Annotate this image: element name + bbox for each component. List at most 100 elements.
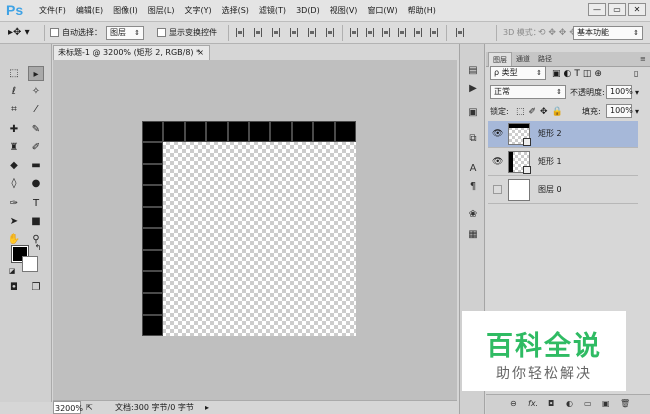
- menu-type[interactable]: 文字(Y): [179, 0, 216, 22]
- canvas-workspace[interactable]: [53, 60, 457, 400]
- close-button[interactable]: ✕: [628, 3, 646, 16]
- minimize-button[interactable]: —: [588, 3, 606, 16]
- auto-align-icon[interactable]: [456, 28, 464, 37]
- properties-panel-icon[interactable]: ▣: [465, 106, 481, 120]
- healing-brush-tool-icon[interactable]: ✚: [6, 122, 22, 137]
- eraser-tool-icon[interactable]: ◆: [6, 158, 22, 173]
- distribute-right-icon[interactable]: [430, 28, 438, 37]
- new-group-icon[interactable]: ▭: [584, 399, 592, 408]
- export-icon[interactable]: ⇱: [86, 401, 93, 414]
- marquee-tool-icon[interactable]: ⬚: [6, 66, 22, 81]
- distribute-hcenter-icon[interactable]: [414, 28, 422, 37]
- rectangle-tool-icon[interactable]: ■: [28, 214, 44, 229]
- actions-panel-icon[interactable]: ▶: [465, 82, 481, 96]
- clone-stamp-tool-icon[interactable]: ♜: [6, 140, 22, 155]
- menu-image[interactable]: 图像(I): [108, 0, 143, 22]
- layer-row[interactable]: 👁 矩形 2: [488, 121, 638, 148]
- path-select-tool-icon[interactable]: ➤: [6, 214, 22, 229]
- menu-edit[interactable]: 编辑(E): [71, 0, 108, 22]
- workspace-dropdown[interactable]: 基本功能 ⇕: [573, 26, 643, 40]
- move-tool-icon[interactable]: ▸: [28, 66, 44, 81]
- paragraph-panel-icon[interactable]: ¶: [465, 180, 481, 194]
- align-bottom-icon[interactable]: [272, 28, 280, 37]
- restore-button[interactable]: ▭: [608, 3, 626, 16]
- history-panel-icon[interactable]: ▤: [465, 64, 481, 78]
- add-mask-icon[interactable]: ◘: [548, 399, 554, 408]
- opacity-field[interactable]: 100%: [606, 85, 633, 99]
- fill-slider-icon[interactable]: ▾: [635, 105, 639, 119]
- menu-window[interactable]: 窗口(W): [362, 0, 402, 22]
- dodge-tool-icon[interactable]: ●: [28, 176, 44, 191]
- link-layers-icon[interactable]: ⊖: [510, 399, 517, 408]
- screen-mode-icon[interactable]: ❐: [28, 280, 44, 295]
- quick-mask-icon[interactable]: ◘: [6, 280, 22, 295]
- visibility-toggle-box[interactable]: [493, 185, 502, 194]
- layer-row[interactable]: 👁 矩形 1: [488, 149, 638, 176]
- delete-layer-icon[interactable]: 🗑: [620, 399, 630, 408]
- menu-filter[interactable]: 滤镜(T): [254, 0, 291, 22]
- fx-button[interactable]: fx.: [528, 399, 538, 408]
- zoom-level-field[interactable]: 3200%: [53, 401, 83, 414]
- layer-filter-dropdown[interactable]: ρ 类型 ⇕: [490, 66, 546, 80]
- type-tool-icon[interactable]: T: [28, 196, 44, 211]
- auto-select-dropdown[interactable]: 图层 ⇕: [106, 26, 144, 40]
- eyedropper-tool-icon[interactable]: ⁄: [28, 102, 44, 117]
- filter-toggle-icon[interactable]: ▯: [634, 67, 638, 81]
- adjustment-layer-icon[interactable]: ◐: [566, 399, 573, 408]
- menu-select[interactable]: 选择(S): [217, 0, 254, 22]
- distribute-vcenter-icon[interactable]: [366, 28, 374, 37]
- brush-tool-icon[interactable]: ✎: [28, 122, 44, 137]
- distribute-bottom-icon[interactable]: [382, 28, 390, 37]
- align-left-icon[interactable]: [290, 28, 298, 37]
- swap-colors-icon[interactable]: ↰: [30, 240, 46, 255]
- gradient-tool-icon[interactable]: ▬: [28, 158, 44, 173]
- history-brush-tool-icon[interactable]: ✐: [28, 140, 44, 155]
- crop-tool-icon[interactable]: ⌗: [6, 102, 22, 117]
- menu-file[interactable]: 文件(F): [34, 0, 71, 22]
- hand-tool-icon[interactable]: ✋: [6, 232, 22, 247]
- swatches-panel-icon[interactable]: ❀: [465, 208, 481, 222]
- auto-select-checkbox[interactable]: [50, 28, 59, 37]
- layer-name[interactable]: 矩形 2: [538, 128, 562, 139]
- layer-name[interactable]: 矩形 1: [538, 156, 562, 167]
- clone-source-icon[interactable]: ⧉: [465, 132, 481, 146]
- move-tool-preset-icon[interactable]: ▸✥ ▾: [8, 26, 30, 40]
- align-vcenter-icon[interactable]: [254, 28, 262, 37]
- tab-layers[interactable]: 图层: [488, 52, 512, 67]
- default-colors-icon[interactable]: ◪: [4, 264, 20, 279]
- distribute-top-icon[interactable]: [350, 28, 358, 37]
- blend-mode-dropdown[interactable]: 正常 ⇕: [490, 85, 566, 99]
- show-transform-checkbox[interactable]: [157, 28, 166, 37]
- info-arrow-icon[interactable]: ▸: [205, 401, 209, 414]
- pen-tool-icon[interactable]: ✑: [6, 196, 22, 211]
- visibility-eye-icon[interactable]: 👁: [492, 129, 503, 139]
- align-right-icon[interactable]: [326, 28, 334, 37]
- opacity-slider-icon[interactable]: ▾: [635, 86, 639, 100]
- menu-3d[interactable]: 3D(D): [291, 0, 325, 22]
- lasso-tool-icon[interactable]: ℓ: [6, 84, 22, 99]
- grid-panel-icon[interactable]: ▦: [465, 228, 481, 242]
- fill-field[interactable]: 100%: [606, 104, 633, 118]
- quick-select-tool-icon[interactable]: ✧: [28, 84, 44, 99]
- align-top-icon[interactable]: [236, 28, 244, 37]
- layer-row[interactable]: 图层 0: [488, 177, 638, 204]
- new-layer-icon[interactable]: ▣: [602, 399, 610, 408]
- document-tab[interactable]: 未标题-1 @ 3200% (矩形 2, RGB/8) * ×: [53, 45, 210, 60]
- menu-help[interactable]: 帮助(H): [403, 0, 441, 22]
- character-panel-icon[interactable]: A: [465, 162, 481, 176]
- tab-paths[interactable]: 路径: [534, 52, 556, 67]
- visibility-eye-icon[interactable]: 👁: [492, 157, 503, 167]
- align-hcenter-icon[interactable]: [308, 28, 316, 37]
- panel-menu-icon[interactable]: ≡: [636, 52, 650, 67]
- background-color-swatch[interactable]: [22, 256, 38, 272]
- blur-tool-icon[interactable]: ◊: [6, 176, 22, 191]
- distribute-left-icon[interactable]: [398, 28, 406, 37]
- layer-name[interactable]: 图层 0: [538, 184, 562, 195]
- menu-view[interactable]: 视图(V): [325, 0, 363, 22]
- document-info[interactable]: 文档:300 字节/0 字节: [115, 401, 194, 414]
- menu-layer[interactable]: 图层(L): [143, 0, 180, 22]
- document-canvas[interactable]: [142, 121, 357, 337]
- filter-type-icons[interactable]: ▣◐T◫⊕: [552, 67, 605, 81]
- tab-channels[interactable]: 通道: [512, 52, 534, 67]
- close-tab-icon[interactable]: ×: [197, 46, 204, 60]
